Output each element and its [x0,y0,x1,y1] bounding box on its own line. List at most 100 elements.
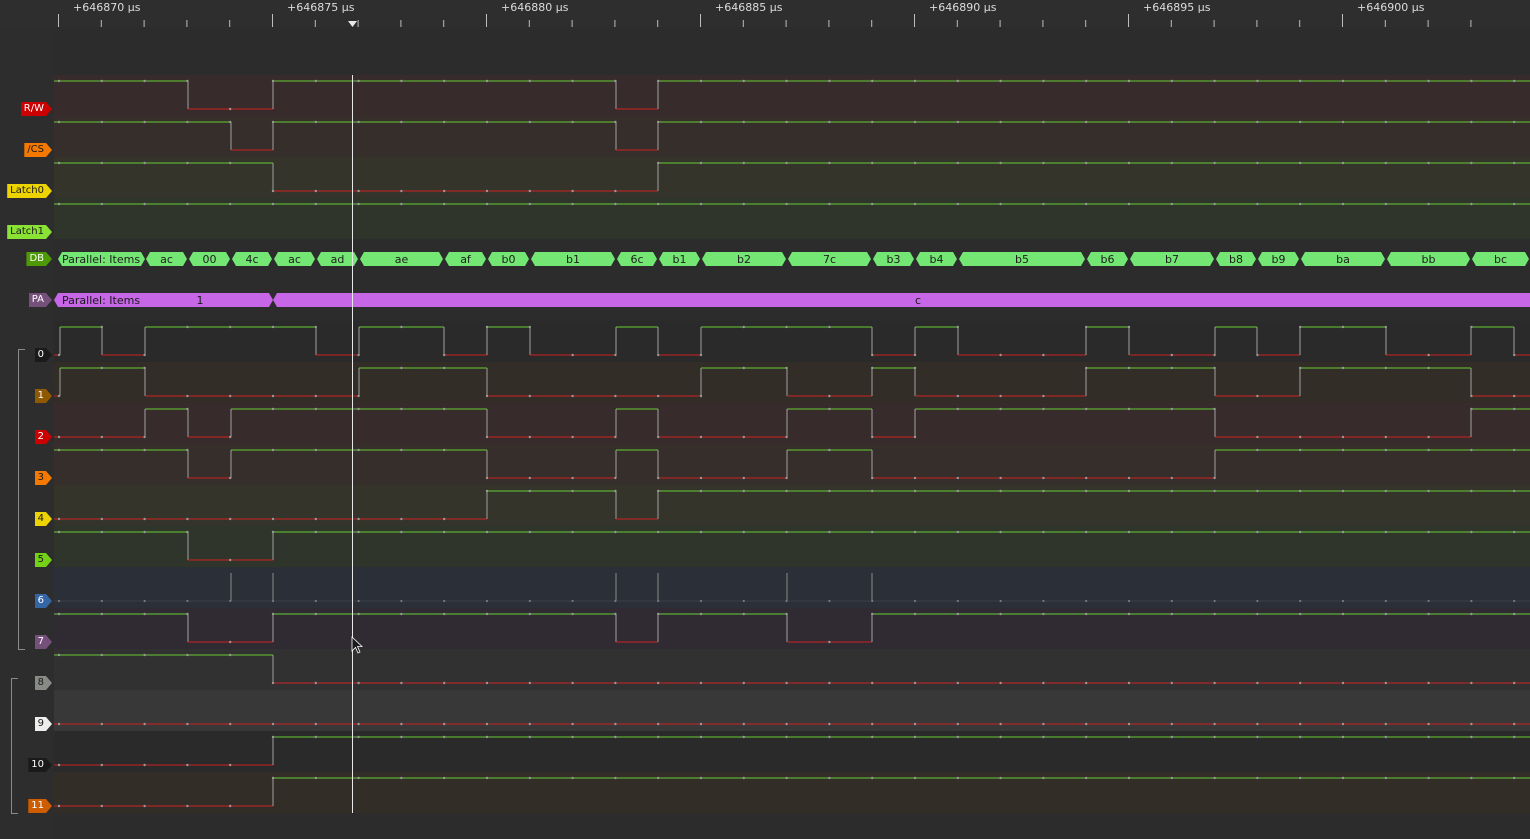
sample-dot [614,681,617,685]
sample-dot [1042,489,1045,493]
sample-dot [699,599,703,603]
sample-dot [1341,776,1345,780]
sample-dot [913,202,917,206]
sample-dot [699,489,703,493]
sample-dot [1299,366,1302,370]
sample-dot [742,435,745,439]
sample-dot [614,202,617,206]
sample-dot [1341,435,1345,439]
sample-dot [871,681,874,685]
sample-dot [186,722,189,726]
sample-dot [1085,735,1088,739]
sample-dot [999,776,1002,780]
sample-dot [1085,489,1088,493]
sample-dot [828,489,831,493]
sample-dot [828,394,831,398]
trigger-marker-icon[interactable] [348,21,357,27]
sample-dot [1170,735,1174,739]
sample-dot [742,530,745,534]
sample-dot [1299,681,1302,685]
sample-dot [571,735,574,739]
sample-dot [1170,407,1174,411]
sample-dot [1213,599,1216,603]
sample-dot [1170,530,1174,534]
sample-dot [999,530,1002,534]
sample-dot [1127,722,1131,726]
sample-dot [657,79,660,83]
sample-dot [956,325,959,329]
sample-dot [186,407,189,411]
waveform-canvas[interactable]: Parallel: Items ac 00 4c ac ad ae af b0 b1 6c b1 b2 7… [0,0,1530,839]
sample-dot [1042,735,1045,739]
sample-dot [828,202,831,206]
sample-dot [186,804,189,808]
sample-dot [186,763,189,767]
sample-dot [357,407,360,411]
sample-dot [314,735,317,739]
sample-dot [100,448,104,452]
sample-dot [999,735,1002,739]
sample-dot [1427,735,1430,739]
sample-dot [614,79,617,83]
sample-dot [100,804,104,808]
sample-dot [400,120,403,124]
sample-dot [314,517,317,521]
sample-dot [1513,120,1516,124]
sample-dot [1384,681,1388,685]
decode-annotation[interactable] [273,293,1530,307]
decode-value: 7c [823,253,836,266]
sample-dot [999,599,1002,603]
sample-dot [271,202,275,206]
sample-dot [1085,120,1088,124]
sample-dot [1341,489,1345,493]
sample-dot [1470,489,1473,493]
waveform-d5 [54,530,1530,562]
sample-dot [1042,79,1045,83]
sample-dot [528,722,531,726]
sample-dot [1170,612,1174,616]
sample-dot [1513,681,1516,685]
sample-dot [271,530,275,534]
sample-dot [314,530,317,534]
sample-dot [1427,722,1430,726]
sample-dot [699,722,703,726]
sample-dot [913,530,917,534]
sample-dot [913,79,917,83]
sample-dot [1384,448,1388,452]
sample-dot [1127,612,1131,616]
decode-value: bc [1494,253,1507,266]
sample-dot [871,353,874,357]
sample-dot [271,325,275,329]
sample-dot [1427,366,1430,370]
sample-dot [657,599,660,603]
sample-dot [1127,79,1131,83]
sample-dot [742,612,745,616]
sample-dot [1127,120,1131,124]
sample-dot [1470,776,1473,780]
sample-dot [571,530,574,534]
sample-dot [871,530,874,534]
sample-dot [828,530,831,534]
sample-dot [1170,161,1174,165]
sample-dot [657,776,660,780]
sample-dot [699,161,703,165]
sample-dot [1427,489,1430,493]
sample-dot [1085,476,1088,480]
sample-dot [1299,599,1302,603]
waveform-cs [54,120,1530,151]
decode-start-label: Parallel: Items [62,294,140,307]
sample-dot [1513,530,1516,534]
sample-dot [357,776,360,780]
waveform-latch0 [54,161,1530,193]
sample-dot [357,448,360,452]
sample-dot [657,722,660,726]
sample-dot [1170,476,1174,480]
sample-dot [485,202,489,206]
sample-dot [913,722,917,726]
sample-dot [186,325,189,329]
sample-dot [614,394,617,398]
sample-dot [742,681,745,685]
sample-dot [186,202,189,206]
sample-dot [1213,161,1216,165]
sample-dot [57,763,61,767]
